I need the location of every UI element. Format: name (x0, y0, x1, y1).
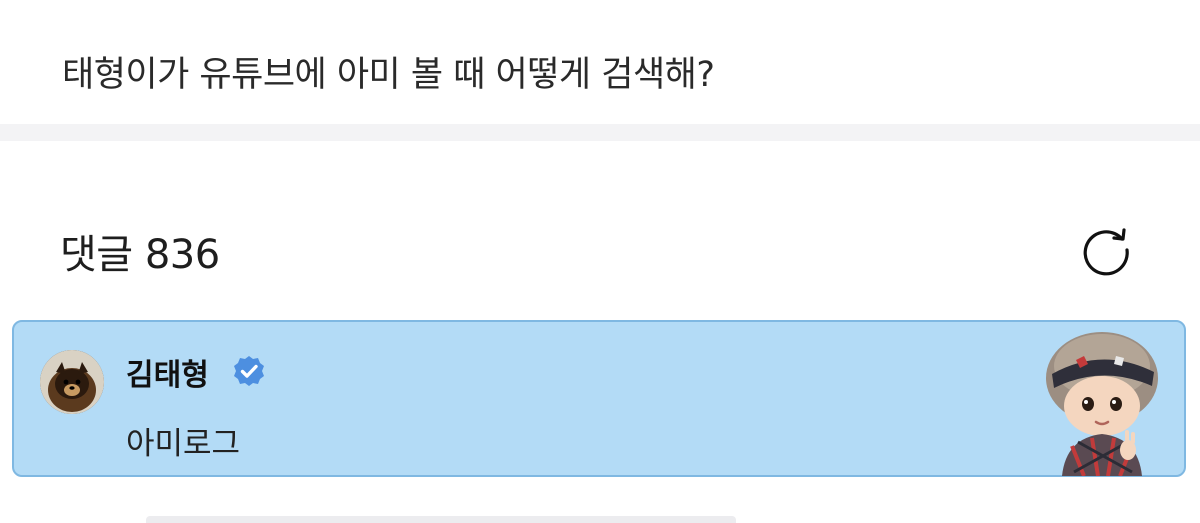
character-sticker-image (1046, 332, 1158, 476)
refresh-button[interactable] (1078, 222, 1134, 278)
refresh-icon (1083, 228, 1129, 276)
comment-author-name[interactable]: 김태형 (126, 350, 209, 394)
post-question: 태형이가 유튜브에 아미 볼 때 어떻게 검색해? (62, 55, 715, 95)
comment-text: 아미로그 (126, 426, 241, 462)
comments-count-header: 댓글 836 (60, 232, 220, 278)
verified-badge-icon (234, 356, 264, 386)
pinned-comment-card[interactable]: 김태형 아미로그 (12, 320, 1186, 477)
dog-avatar-image (40, 350, 104, 414)
next-item-edge (146, 516, 736, 523)
section-divider (0, 124, 1200, 141)
avatar[interactable] (40, 350, 104, 414)
